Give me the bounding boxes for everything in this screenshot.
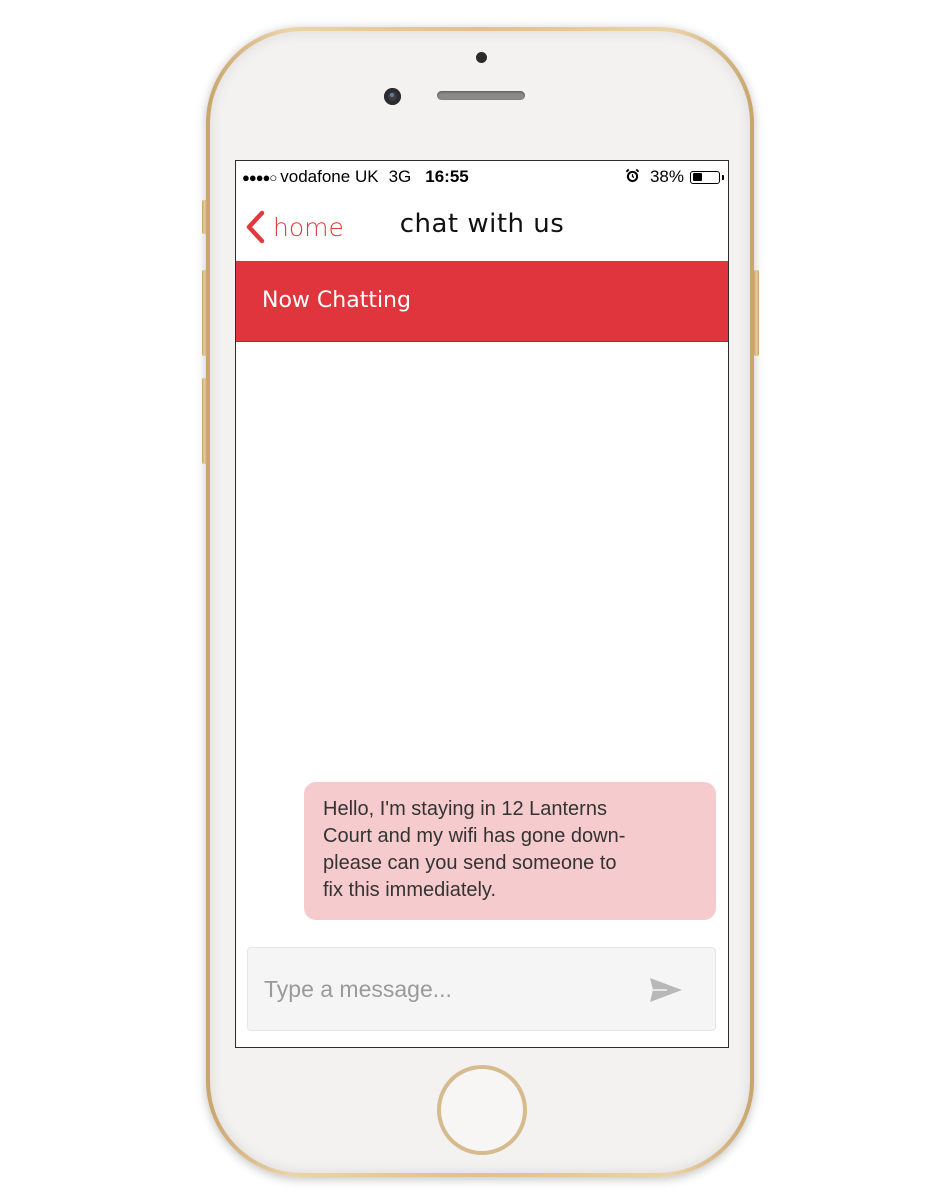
proximity-sensor bbox=[476, 52, 487, 63]
network-type: 3G bbox=[388, 167, 412, 186]
home-button[interactable] bbox=[437, 1065, 527, 1155]
power-button bbox=[754, 270, 759, 356]
earpiece-speaker bbox=[437, 91, 525, 100]
message-input[interactable] bbox=[262, 964, 626, 1014]
message-text: Hello, I'm staying in 12 Lanterns Court … bbox=[323, 798, 626, 901]
battery-percent: 38% bbox=[649, 167, 684, 186]
outgoing-message-bubble: Hello, I'm staying in 12 Lanterns Court … bbox=[304, 782, 716, 920]
volume-up-button bbox=[202, 270, 207, 356]
front-camera-icon bbox=[384, 88, 401, 105]
status-time: 16:55 bbox=[425, 167, 469, 186]
alarm-clock-icon bbox=[625, 168, 640, 187]
status-left: ●●●●○ vodafone UK 3G 16:55 bbox=[242, 167, 469, 187]
banner-title: Now Chatting bbox=[262, 288, 411, 313]
carrier-name: vodafone UK bbox=[280, 167, 379, 186]
navigation-bar: home chat with us bbox=[236, 195, 728, 261]
status-bar: ●●●●○ vodafone UK 3G 16:55 38% bbox=[236, 161, 728, 195]
message-composer bbox=[247, 947, 716, 1031]
signal-strength-icon: ●●●●○ bbox=[242, 169, 277, 185]
send-icon[interactable] bbox=[649, 976, 683, 1004]
volume-down-button bbox=[202, 378, 207, 464]
message-list[interactable]: Hello, I'm staying in 12 Lanterns Court … bbox=[236, 342, 728, 942]
page-title: chat with us bbox=[399, 209, 565, 239]
chat-status-banner: Now Chatting bbox=[236, 261, 728, 342]
battery-icon bbox=[690, 170, 724, 184]
battery-fill bbox=[692, 173, 702, 181]
mute-switch bbox=[202, 200, 207, 234]
battery-nub bbox=[721, 174, 724, 180]
phone-screen: ●●●●○ vodafone UK 3G 16:55 38% home chat… bbox=[235, 160, 729, 1048]
status-right: 38% bbox=[625, 167, 724, 187]
